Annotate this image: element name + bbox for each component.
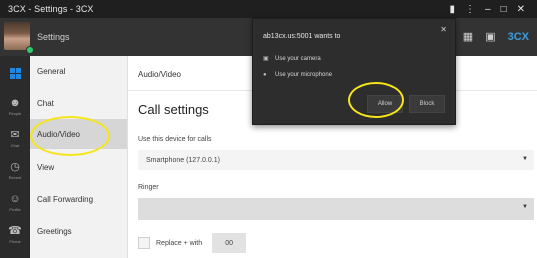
- rail-item-people[interactable]: ☻ People: [0, 90, 30, 124]
- permission-microphone: ● Use your microphone: [263, 72, 332, 78]
- maximize-button[interactable]: □: [501, 4, 507, 15]
- chevron-down-icon: ▼: [522, 204, 528, 210]
- menu-item-greetings[interactable]: Greetings: [30, 216, 127, 246]
- contacts-icon[interactable]: ▣: [485, 30, 495, 43]
- avatar[interactable]: [4, 22, 30, 50]
- rail-caption: People: [8, 111, 22, 116]
- profile-icon: ☺: [9, 193, 21, 205]
- dialpad-icon[interactable]: ▦: [463, 30, 473, 43]
- rail-item-profile[interactable]: ☺ Profile: [0, 186, 30, 220]
- close-icon[interactable]: ✕: [440, 25, 447, 34]
- bookmark-icon[interactable]: ▮: [449, 4, 455, 15]
- ringer-select[interactable]: ▼: [138, 198, 534, 220]
- rail-caption: Chat: [10, 143, 20, 148]
- recent-icon: ◷: [10, 161, 20, 173]
- breadcrumb: Audio/Video: [138, 70, 181, 79]
- device-label: Use this device for calls: [138, 136, 212, 143]
- menu-item-call-forwarding[interactable]: Call Forwarding: [30, 184, 127, 214]
- rail-item-phone[interactable]: ☎ Phone: [0, 218, 30, 252]
- highlight-circle-audio-video: [30, 116, 110, 156]
- icon-rail: ☻ People ✉ Chat ◷ Recent ☺ Profile ☎ Pho…: [0, 56, 30, 258]
- rail-item-home[interactable]: [0, 56, 30, 90]
- brand-logo: 3CX: [507, 30, 529, 43]
- rail-item-chat[interactable]: ✉ Chat: [0, 122, 30, 156]
- block-button[interactable]: Block: [409, 95, 445, 113]
- ringer-label: Ringer: [138, 184, 159, 191]
- menu-item-view[interactable]: View: [30, 152, 127, 182]
- window-title: 3CX - Settings - 3CX: [8, 4, 94, 14]
- replace-label: Replace + with: [156, 239, 203, 247]
- phone-dialer-icon: ☎: [8, 225, 22, 237]
- chevron-down-icon: ▼: [522, 156, 528, 162]
- title-bar: 3CX - Settings - 3CX ▮ ⋮ – □ ✕: [0, 0, 537, 18]
- camera-icon: ▣: [263, 56, 269, 62]
- highlight-circle-allow: [348, 82, 404, 118]
- device-select[interactable]: Smartphone (127.0.0.1) ▼: [138, 150, 534, 170]
- rail-item-recent[interactable]: ◷ Recent: [0, 154, 30, 188]
- rail-caption: Phone: [9, 239, 21, 244]
- permission-camera: ▣ Use your camera: [263, 55, 321, 63]
- chat-icon: ✉: [10, 129, 20, 141]
- popup-title: ab13cx.us:5001 wants to: [263, 33, 341, 40]
- presence-status-icon: [26, 46, 34, 54]
- close-window-button[interactable]: ✕: [517, 4, 525, 15]
- rail-caption: Profile: [9, 207, 21, 212]
- microphone-icon: ●: [263, 72, 267, 78]
- replace-input[interactable]: 00: [212, 233, 247, 253]
- permission-label: Use your camera: [275, 55, 321, 62]
- rail-caption: Recent: [8, 175, 22, 180]
- windows-logo-icon: [9, 67, 21, 79]
- replace-checkbox[interactable]: [138, 237, 150, 249]
- permission-label: Use your microphone: [275, 72, 333, 78]
- page-title: Call settings: [138, 102, 209, 117]
- window-controls: ▮ ⋮ – □ ✕: [449, 0, 537, 18]
- people-icon: ☻: [9, 97, 21, 109]
- header-title: Settings: [37, 32, 70, 42]
- settings-menu: General Chat Audio/Video View Call Forwa…: [30, 56, 128, 258]
- more-options-icon[interactable]: ⋮: [465, 4, 475, 15]
- menu-item-chat[interactable]: Chat: [30, 88, 127, 118]
- replace-row: Replace + with 00: [138, 232, 247, 254]
- minimize-button[interactable]: –: [485, 4, 491, 15]
- device-select-value: Smartphone (127.0.0.1): [146, 156, 220, 164]
- menu-item-general[interactable]: General: [30, 56, 127, 86]
